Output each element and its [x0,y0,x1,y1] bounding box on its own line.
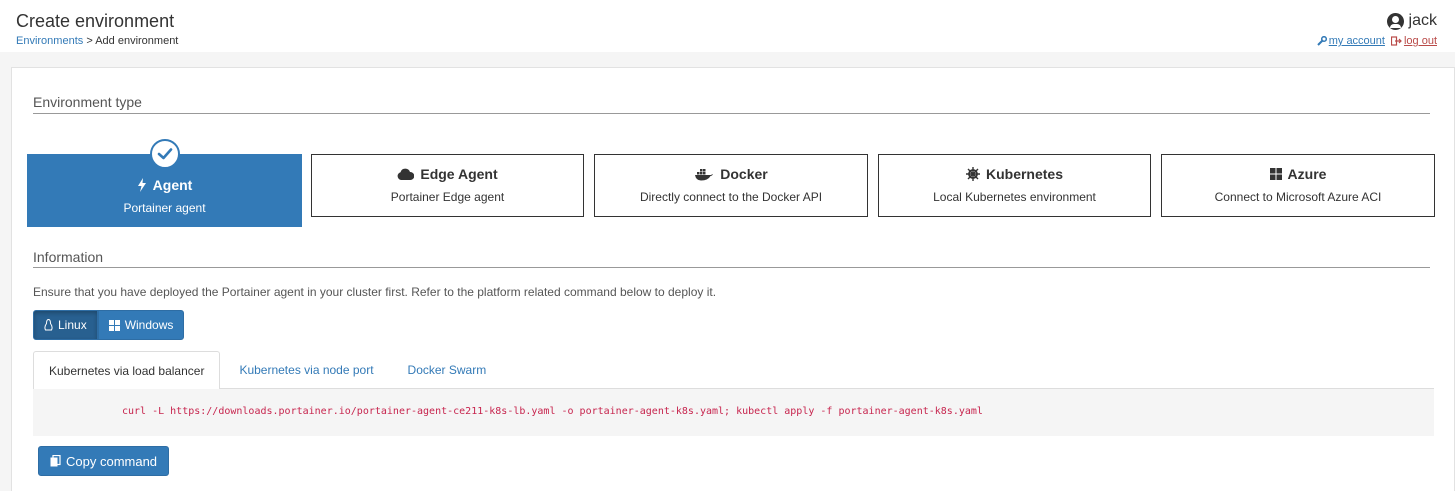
my-account-link[interactable]: my account [1317,35,1385,47]
log-out-link[interactable]: log out [1390,35,1437,47]
information-heading: Information [33,249,104,265]
env-card-kubernetes[interactable]: Kubernetes Local Kubernetes environment [878,154,1151,217]
docker-icon [695,169,714,181]
tab-docker-swarm[interactable]: Docker Swarm [393,351,502,389]
linux-icon [44,319,53,331]
breadcrumb-environments-link[interactable]: Environments [16,35,83,47]
breadcrumb: Environments > Add environment [16,35,178,47]
env-card-docker[interactable]: Docker Directly connect to the Docker AP… [594,154,868,217]
command-code-block: curl -L https://downloads.portainer.io/p… [33,389,1434,436]
env-card-title: Docker [720,166,768,182]
env-card-desc: Portainer agent [123,201,206,215]
windows-button[interactable]: Windows [97,310,185,340]
check-circle-icon [150,139,180,169]
cloud-icon [397,168,415,180]
linux-label: Linux [58,318,87,332]
information-text: Ensure that you have deployed the Portai… [33,285,717,299]
windows-label: Windows [124,318,174,332]
my-account-label: my account [1328,35,1385,47]
windows-icon [1269,168,1282,180]
page-title: Create environment [16,11,175,31]
env-card-title: Agent [152,177,193,193]
windows-icon [108,319,120,331]
environment-type-heading: Environment type [33,94,142,110]
sign-out-icon [1390,36,1402,46]
deployment-tabs: Kubernetes via load balancer Kubernetes … [33,351,1434,390]
user-menu: jack [1386,12,1437,30]
tab-kubernetes-load-balancer[interactable]: Kubernetes via load balancer [33,351,221,390]
section-divider [33,267,1430,268]
username: jack [1408,12,1437,29]
tab-kubernetes-node-port[interactable]: Kubernetes via node port [224,351,388,389]
copy-command-button[interactable]: Copy command [38,446,170,476]
env-card-desc: Local Kubernetes environment [933,190,1096,204]
helm-icon [965,167,980,181]
env-card-desc: Connect to Microsoft Azure ACI [1214,190,1382,204]
deploy-command: curl -L https://downloads.portainer.io/p… [122,406,983,417]
os-toggle-group: Linux Windows [33,310,185,340]
breadcrumb-current: > Add environment [86,35,179,47]
env-card-desc: Portainer Edge agent [390,190,505,204]
create-environment-panel: Environment type Agent Portainer agent E… [11,67,1455,491]
account-links: my account log out [1317,35,1437,47]
linux-button[interactable]: Linux [33,310,98,340]
wrench-icon [1317,36,1327,46]
log-out-label: log out [1403,35,1437,47]
copy-icon [50,455,61,467]
copy-command-label: Copy command [66,453,158,469]
env-card-title: Edge Agent [420,166,498,182]
bolt-icon [137,178,146,192]
page-header: Create environment Environments > Add en… [0,0,1455,52]
section-divider [33,113,1430,114]
env-card-agent[interactable]: Agent Portainer agent [27,139,302,227]
user-circle-icon [1386,12,1404,30]
env-card-edge-agent[interactable]: Edge Agent Portainer Edge agent [311,154,584,217]
env-card-desc: Directly connect to the Docker API [639,190,823,204]
env-card-title: Kubernetes [985,166,1064,182]
env-card-title: Azure [1287,166,1327,182]
env-card-azure[interactable]: Azure Connect to Microsoft Azure ACI [1161,154,1435,217]
